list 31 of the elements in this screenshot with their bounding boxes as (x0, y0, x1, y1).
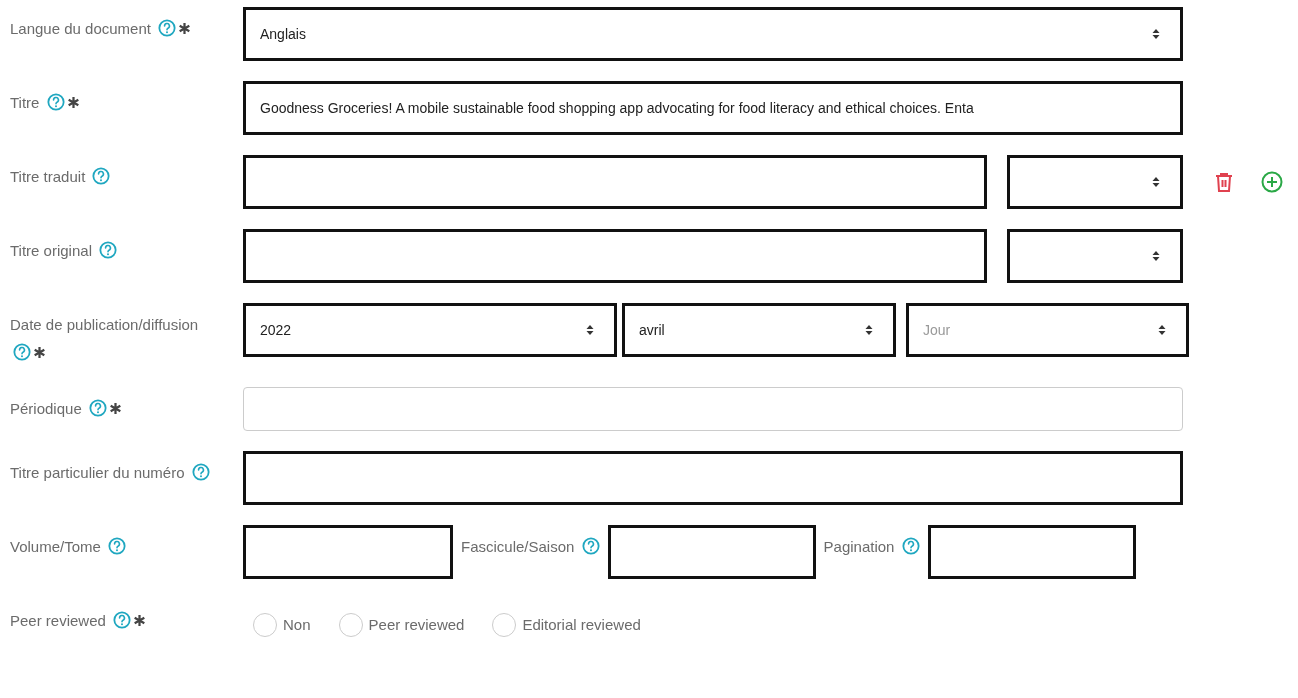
field-label: Fascicule/Saison (461, 538, 575, 555)
radio-label: Editorial reviewed (522, 614, 641, 635)
radio-label: Peer reviewed (368, 614, 465, 635)
text-field[interactable] (243, 451, 1183, 505)
radio-button[interactable] (338, 613, 363, 637)
select-field[interactable] (1007, 155, 1183, 209)
radio-button[interactable] (492, 613, 517, 637)
text-field[interactable] (607, 525, 816, 579)
select-field[interactable]: 2022 (243, 303, 617, 357)
field-label: Pagination (823, 538, 895, 555)
text-field[interactable] (243, 229, 987, 283)
field-label: Peer reviewed (10, 612, 106, 629)
text-field[interactable] (927, 525, 1136, 579)
text-field[interactable] (243, 525, 453, 579)
field-label: Titre original (10, 242, 92, 259)
field-label: Volume/Tome (10, 538, 101, 555)
text-field[interactable] (243, 155, 987, 209)
field-label: Périodique (10, 400, 82, 417)
select-field[interactable]: avril (622, 303, 896, 357)
text-field[interactable]: Goodness Groceries! A mobile sustainable food shopping app advocating for food literacy and ethical choices. Enta (243, 81, 1183, 135)
radio-button[interactable] (253, 613, 277, 637)
radio-label: Non (283, 614, 311, 635)
field-label: Titre particulier du numéro (10, 464, 185, 481)
select-field[interactable]: Anglais (243, 7, 1183, 61)
field-label: Langue du document (10, 20, 151, 37)
field-label: Date de publication/diffusion (10, 316, 199, 333)
add-icon[interactable] (1261, 171, 1283, 193)
delete-icon[interactable] (1213, 171, 1235, 193)
field-label: Titre (10, 94, 40, 111)
select-field[interactable] (1007, 229, 1183, 283)
field-label: Titre traduit (10, 168, 86, 185)
